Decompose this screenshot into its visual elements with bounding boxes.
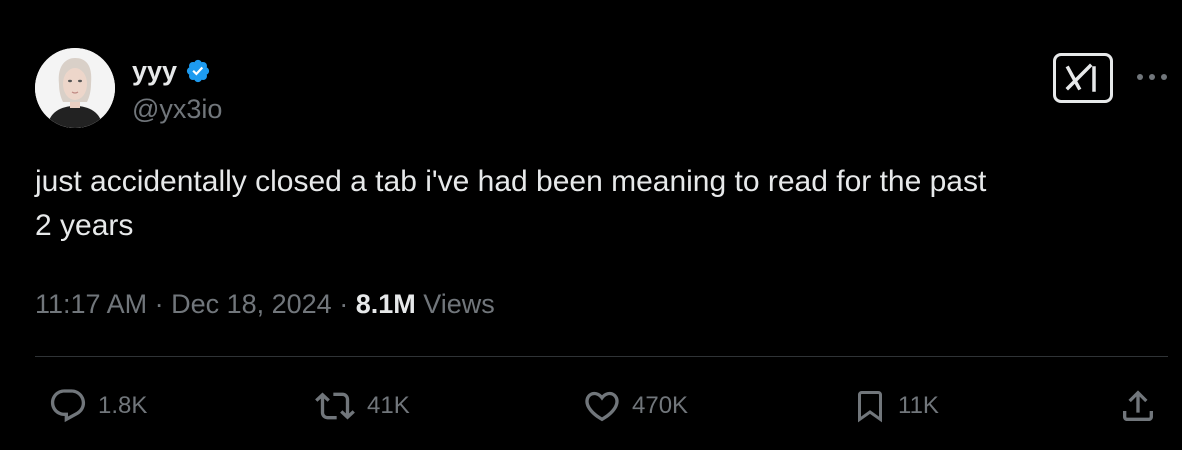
like-count: 470K [632,392,689,419]
tweet-meta: 11:17 AM · Dec 18, 2024 · 8.1M Views [35,286,495,322]
verified-badge-icon[interactable] [185,58,211,84]
reply-button[interactable]: 1.8K [48,386,147,426]
tweet-text: just accidentally closed a tab i've had … [35,165,987,242]
views-label[interactable]: Views [423,289,495,319]
more-dots-icon [1137,74,1167,80]
display-name-text: yyy [132,56,178,86]
bookmark-icon [858,391,882,423]
bookmark-count: 11K [898,392,939,419]
meta-separator: · [331,289,356,319]
like-button[interactable]: 470K [582,386,688,426]
tweet-date[interactable]: Dec 18, 2024 [171,289,332,319]
author-handle[interactable]: @yx3io [132,94,222,124]
author-avatar[interactable] [35,48,115,128]
reply-count: 1.8K [98,392,148,419]
divider [35,356,1168,357]
meta-separator: · [147,289,172,319]
views-count[interactable]: 8.1M [356,289,416,319]
share-icon [1123,390,1153,421]
repost-count: 41K [367,392,410,419]
grok-icon [1065,63,1096,92]
heart-icon [585,391,619,422]
reply-bubble-icon [50,389,86,423]
repost-button[interactable]: 41K [313,386,410,426]
share-button[interactable] [1118,386,1158,426]
tweet-time[interactable]: 11:17 AM [35,289,147,319]
avatar-image [35,48,115,128]
repost-icon [315,392,355,420]
bookmark-button[interactable]: 11K [852,386,939,426]
more-options-button[interactable] [1134,65,1170,89]
author-display-name[interactable]: yyy [132,56,211,86]
grok-button[interactable] [1053,53,1113,103]
